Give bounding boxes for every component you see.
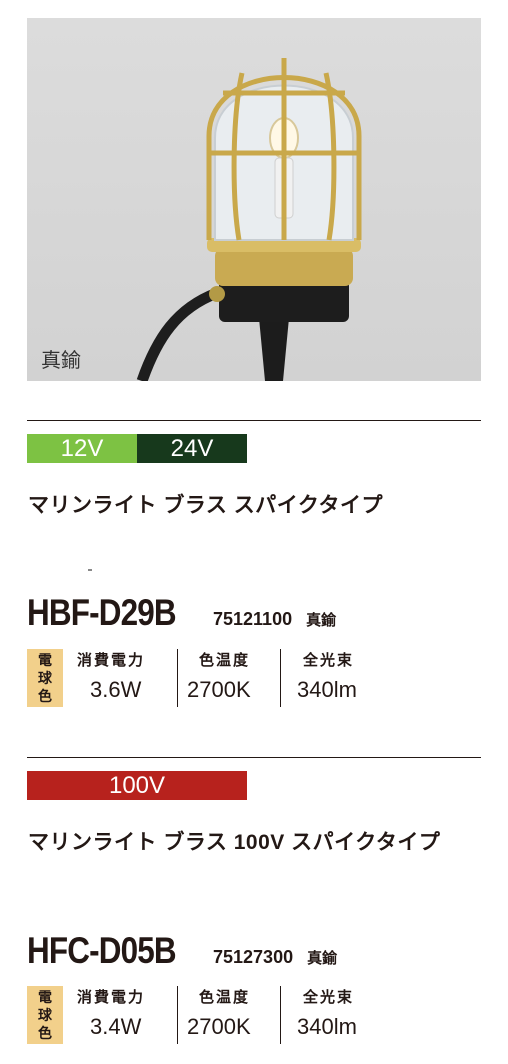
model-row: HFC-D05B 75127300 真鍮: [27, 930, 337, 972]
bulb-color-badge: 電球色: [27, 649, 63, 707]
model-finish: 真鍮: [307, 950, 338, 967]
bulb-color-badge: 電球色: [27, 986, 63, 1044]
voltage-bar: 100V: [27, 771, 247, 800]
voltage-100v-badge: 100V: [27, 771, 247, 800]
product-name: マリンライト ブラス スパイクタイプ: [28, 494, 383, 517]
spec-value: 3.4W: [90, 1014, 142, 1039]
spec-label: 全光束: [303, 989, 355, 1006]
spec-separator: [280, 986, 281, 1044]
model-code: HFC-D05B: [27, 930, 177, 971]
model-number: 75127300: [213, 947, 294, 967]
spec-block: 電球色 消費電力 3.6W 色温度 2700K 全光束 340lm: [27, 649, 481, 709]
marine-light-image: [136, 58, 362, 381]
spec-block: 電球色 消費電力 3.4W 色温度 2700K 全光束 340lm: [27, 986, 481, 1046]
model-row: HBF-D29B 75121100 真鍮: [27, 592, 336, 634]
spec-separator: [177, 649, 178, 707]
voltage-24v-badge: 24V: [137, 434, 247, 463]
spec-value: 340lm: [297, 1014, 357, 1039]
decorative-mark: [88, 569, 92, 571]
spec-value: 3.6W: [90, 677, 142, 702]
section-divider: [27, 420, 481, 421]
spec-label: 全光束: [303, 652, 355, 669]
spec-label: 色温度: [199, 989, 251, 1006]
spec-separator: [177, 986, 178, 1044]
model-finish: 真鍮: [306, 612, 337, 629]
spec-label: 消費電力: [77, 652, 146, 669]
spec-label: 色温度: [199, 652, 251, 669]
product-photo: 真鍮: [27, 18, 481, 381]
product-name: マリンライト ブラス 100V スパイクタイプ: [28, 831, 441, 854]
spec-separator: [280, 649, 281, 707]
section-divider: [27, 757, 481, 758]
spec-label: 消費電力: [77, 989, 146, 1006]
voltage-12v-badge: 12V: [27, 434, 137, 463]
spec-value: 2700K: [187, 1014, 251, 1039]
spec-value: 2700K: [187, 677, 251, 702]
model-code: HBF-D29B: [27, 592, 177, 633]
voltage-bar: 12V 24V: [27, 434, 247, 463]
photo-caption: 真鍮: [41, 350, 81, 372]
model-number: 75121100: [213, 609, 293, 629]
spec-value: 340lm: [297, 677, 357, 702]
